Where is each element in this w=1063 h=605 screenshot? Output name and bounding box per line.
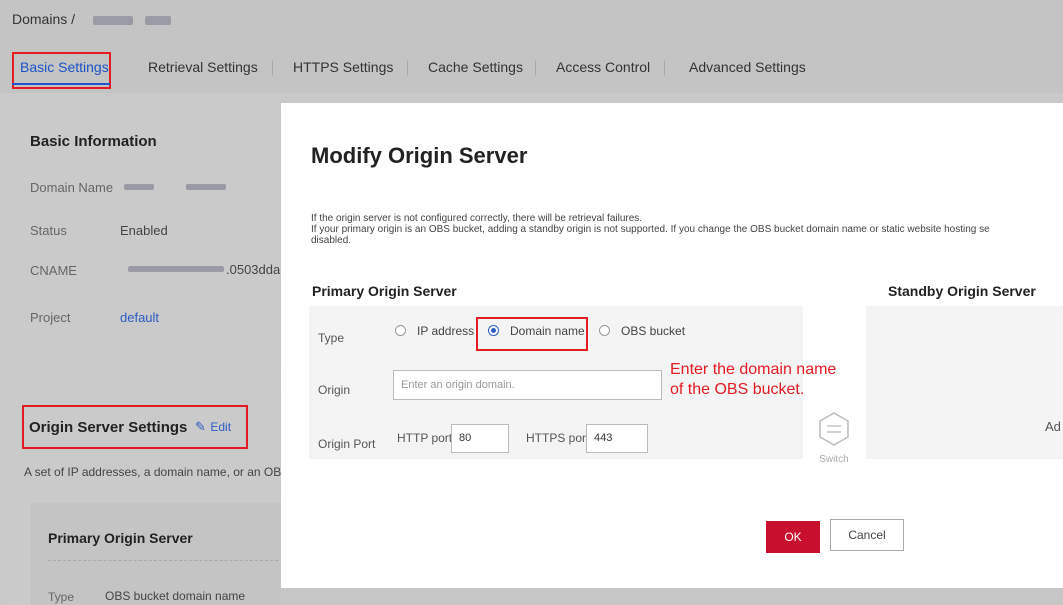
redacted-cname: [128, 266, 224, 272]
type-label: Type: [318, 331, 345, 345]
edit-label: Edit: [210, 420, 232, 434]
tab-divider: [272, 60, 273, 76]
tab-cache-settings[interactable]: Cache Settings: [428, 50, 523, 84]
origin-settings-title: Origin Server Settings: [29, 419, 188, 436]
page-background-right: [281, 588, 1063, 605]
origin-port-label: Origin Port: [318, 437, 376, 451]
http-port-input[interactable]: 80: [451, 424, 509, 453]
primary-origin-title: Primary Origin Server: [48, 530, 193, 546]
origin-label: Origin: [318, 383, 351, 397]
http-port-label: HTTP port: [397, 431, 453, 445]
type-label: Type: [48, 590, 75, 604]
tab-divider: [407, 60, 408, 76]
note-line-2: If your primary origin is an OBS bucket,…: [311, 224, 990, 235]
redacted-domain-name: [124, 184, 154, 190]
active-tab-indicator: [12, 83, 110, 85]
type-value: OBS bucket domain name: [105, 589, 246, 603]
status-value: Enabled: [120, 223, 168, 238]
radio-label: OBS bucket: [621, 324, 686, 338]
project-label: Project: [30, 310, 71, 325]
tab-https-settings[interactable]: HTTPS Settings: [293, 50, 393, 84]
radio-ip-address[interactable]: IP address: [395, 321, 475, 341]
switch-icon: [819, 412, 849, 446]
radio-circle-selected: [488, 325, 499, 336]
edit-button[interactable]: ✎ Edit: [195, 418, 231, 436]
standby-add-truncated[interactable]: Ad: [1045, 419, 1061, 434]
tab-access-control[interactable]: Access Control: [556, 50, 650, 84]
divider: [48, 560, 278, 561]
radio-domain-name[interactable]: Domain name: [488, 321, 585, 341]
radio-label: Domain name: [510, 324, 585, 338]
domain-name-label: Domain Name: [30, 180, 114, 195]
cname-label: CNAME: [30, 263, 77, 278]
radio-label: IP address: [417, 324, 475, 338]
redacted-domain: [92, 15, 133, 25]
switch-button[interactable]: Switch: [817, 411, 851, 465]
modify-origin-dialog: Modify Origin Server If the origin serve…: [281, 103, 1063, 588]
ok-button[interactable]: OK: [766, 521, 820, 553]
switch-label: Switch: [819, 454, 849, 465]
tab-advanced-settings[interactable]: Advanced Settings: [689, 50, 806, 84]
tab-divider: [664, 60, 665, 76]
redacted-domain-name: [186, 184, 226, 190]
note-line-3: disabled.: [311, 235, 352, 246]
cancel-button[interactable]: Cancel: [830, 519, 904, 551]
cname-value: .0503dda: [226, 262, 281, 277]
origin-settings-description: A set of IP addresses, a domain name, or…: [24, 465, 290, 479]
https-port-input[interactable]: 443: [586, 424, 648, 453]
origin-domain-input[interactable]: Enter an origin domain.: [393, 370, 662, 400]
radio-circle: [395, 325, 406, 336]
tab-bar: Basic Settings Retrieval Settings HTTPS …: [0, 50, 1063, 84]
annotation-line-2: of the OBS bucket.: [670, 381, 805, 398]
basic-info-card: [10, 112, 281, 368]
annotation-line-1: Enter the domain name: [670, 361, 837, 378]
standby-origin-title: Standby Origin Server: [888, 283, 1036, 299]
dialog-note: If the origin server is not configured c…: [311, 213, 1063, 246]
primary-origin-title: Primary Origin Server: [312, 283, 457, 299]
dialog-title: Modify Origin Server: [311, 143, 528, 168]
redacted-domain-2: [144, 15, 171, 25]
annotation-text: Enter the domain name of the OBS bucket.: [670, 360, 836, 400]
https-port-label: HTTPS port: [526, 431, 590, 445]
tab-retrieval-settings[interactable]: Retrieval Settings: [148, 50, 258, 84]
tab-divider: [535, 60, 536, 76]
breadcrumb-root[interactable]: Domains /: [12, 11, 75, 27]
pencil-icon: ✎: [195, 419, 206, 434]
project-value[interactable]: default: [120, 310, 159, 325]
note-line-1: If the origin server is not configured c…: [311, 213, 643, 224]
breadcrumb: Domains /: [12, 11, 171, 27]
radio-circle: [599, 325, 610, 336]
radio-obs-bucket[interactable]: OBS bucket: [599, 321, 689, 341]
standby-origin-panel: [866, 306, 1063, 459]
status-label: Status: [30, 223, 67, 238]
basic-info-title: Basic Information: [30, 133, 157, 150]
